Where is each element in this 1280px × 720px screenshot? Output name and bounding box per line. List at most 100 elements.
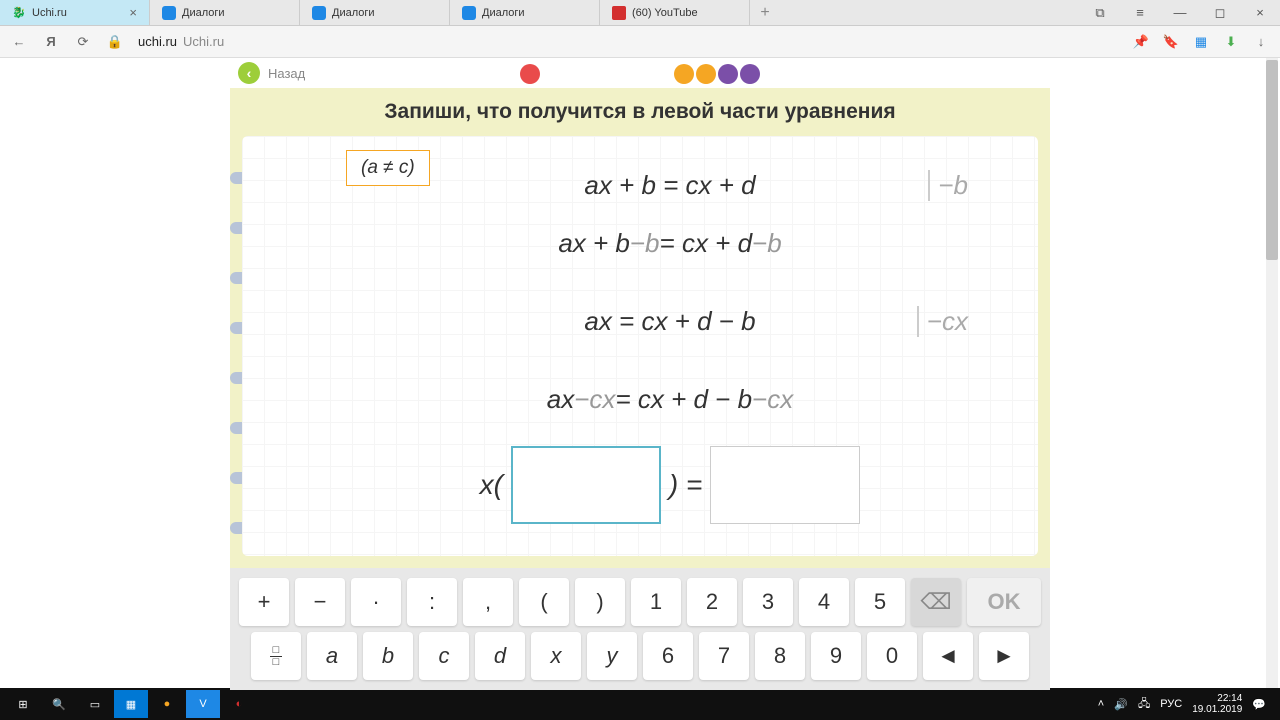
progress-dot <box>586 64 606 84</box>
start-button[interactable]: ⊞ <box>6 690 40 718</box>
key-comma[interactable]: , <box>463 578 513 626</box>
osk-row-2: □□ a b c d x y 6 7 8 9 0 ◄ ► <box>251 632 1029 680</box>
tab-label: Uchi.ru <box>32 7 67 19</box>
search-icon[interactable]: 🔍 <box>42 690 76 718</box>
progress-dot <box>674 64 694 84</box>
progress-dot <box>696 64 716 84</box>
key-plus[interactable]: + <box>239 578 289 626</box>
answer-input-left[interactable] <box>511 446 661 524</box>
address-bar: ← Я ⟳ 🔒 uchi.ru Uchi.ru 📌 🔖 ▦ ⬇ ↓ <box>0 26 1280 58</box>
key-4[interactable]: 4 <box>799 578 849 626</box>
hint-3: −cx <box>917 306 968 337</box>
tab-dialogs-1[interactable]: Диалоги <box>150 0 300 25</box>
back-label: Назад <box>268 66 305 81</box>
browser-tabs: Uchi.ru × Диалоги Диалоги Диалоги (60) Y… <box>0 0 1280 26</box>
taskbar-app-1[interactable]: ▦ <box>114 690 148 718</box>
lesson-back-button[interactable]: ‹ <box>238 62 260 84</box>
key-fraction[interactable]: □□ <box>251 632 301 680</box>
maximize-button[interactable]: ◻ <box>1200 0 1240 25</box>
key-y[interactable]: y <box>587 632 637 680</box>
app-icon <box>162 6 176 20</box>
tab-label: Диалоги <box>482 7 525 19</box>
key-3[interactable]: 3 <box>743 578 793 626</box>
key-colon[interactable]: : <box>407 578 457 626</box>
download-icon[interactable]: ⬇ <box>1222 33 1240 51</box>
volume-icon[interactable]: 🔊 <box>1114 698 1128 711</box>
clock[interactable]: 22:14 19.01.2019 <box>1192 693 1242 715</box>
lesson-topbar: ‹ Назад <box>230 58 1050 88</box>
pin-icon[interactable]: 📌 <box>1132 33 1150 51</box>
key-c[interactable]: c <box>419 632 469 680</box>
worksheet: (a ≠ c) ax + b = cx + d −b ax + b−b = cx… <box>242 136 1038 556</box>
menu-icon[interactable]: ≡ <box>1120 0 1160 25</box>
tab-dialogs-3[interactable]: Диалоги <box>450 0 600 25</box>
progress-dot <box>564 64 584 84</box>
key-minus[interactable]: − <box>295 578 345 626</box>
tab-label: (60) YouTube <box>632 7 698 19</box>
task-view-icon[interactable]: ▭ <box>78 690 112 718</box>
taskbar-app-4[interactable]: ◐ <box>222 690 256 718</box>
key-right[interactable]: ► <box>979 632 1029 680</box>
key-0[interactable]: 0 <box>867 632 917 680</box>
close-icon[interactable]: × <box>129 5 137 20</box>
bookmark-icon[interactable]: 🔖 <box>1162 33 1180 51</box>
key-a[interactable]: a <box>307 632 357 680</box>
fraction-icon: □□ <box>270 645 283 668</box>
address-text[interactable]: uchi.ru Uchi.ru <box>138 34 224 49</box>
network-icon[interactable]: 🖧 <box>1138 695 1150 714</box>
app-icon <box>462 6 476 20</box>
key-b[interactable]: b <box>363 632 413 680</box>
minimize-button[interactable]: — <box>1160 0 1200 25</box>
sidebar-icon[interactable]: ⧉ <box>1080 0 1120 25</box>
key-1[interactable]: 1 <box>631 578 681 626</box>
key-ok[interactable]: OK <box>967 578 1041 626</box>
key-5[interactable]: 5 <box>855 578 905 626</box>
lock-icon: 🔒 <box>106 33 124 51</box>
key-lparen[interactable]: ( <box>519 578 569 626</box>
notifications-icon[interactable]: 💬 <box>1252 698 1266 711</box>
onscreen-keyboard: + − · : , ( ) 1 2 3 4 5 ⌫ OK □□ a b <box>230 568 1050 690</box>
lesson-title: Запиши, что получится в левой части урав… <box>230 100 1050 124</box>
tab-dialogs-2[interactable]: Диалоги <box>300 0 450 25</box>
key-6[interactable]: 6 <box>643 632 693 680</box>
key-8[interactable]: 8 <box>755 632 805 680</box>
downloads-icon[interactable]: ↓ <box>1252 33 1270 51</box>
uchi-icon <box>12 6 26 20</box>
key-rparen[interactable]: ) <box>575 578 625 626</box>
taskbar-app-3[interactable]: V <box>186 690 220 718</box>
taskbar-app-2[interactable]: ● <box>150 690 184 718</box>
new-tab-button[interactable]: + <box>750 0 780 25</box>
progress-dot <box>608 64 628 84</box>
equation-2: ax + b−b = cx + d−b <box>332 214 1008 272</box>
tab-label: Диалоги <box>182 7 225 19</box>
lesson-stage: ‹ Назад Запиши, что получится в левой ча… <box>230 58 1050 688</box>
scrollbar-thumb[interactable] <box>1266 60 1278 260</box>
tab-uchi[interactable]: Uchi.ru × <box>0 0 150 25</box>
progress-dot <box>630 64 650 84</box>
title-band: Запиши, что получится в левой части урав… <box>230 88 1050 136</box>
key-9[interactable]: 9 <box>811 632 861 680</box>
key-7[interactable]: 7 <box>699 632 749 680</box>
key-dot[interactable]: · <box>351 578 401 626</box>
extension-icon[interactable]: ▦ <box>1192 33 1210 51</box>
back-icon[interactable]: ← <box>10 33 28 51</box>
progress-dot <box>718 64 738 84</box>
tray-chevron-icon[interactable]: ˄ <box>1098 698 1104 710</box>
hint-1: −b <box>928 170 968 201</box>
yandex-icon[interactable]: Я <box>42 33 60 51</box>
key-2[interactable]: 2 <box>687 578 737 626</box>
progress-dot <box>542 64 562 84</box>
progress-dot <box>520 64 540 84</box>
tab-youtube[interactable]: (60) YouTube <box>600 0 750 25</box>
key-left[interactable]: ◄ <box>923 632 973 680</box>
answer-input-right[interactable] <box>710 446 860 524</box>
close-button[interactable]: × <box>1240 0 1280 25</box>
system-tray: ˄ 🔊 🖧 РУС 22:14 19.01.2019 💬 <box>1098 693 1274 715</box>
language-indicator[interactable]: РУС <box>1160 698 1182 710</box>
key-x[interactable]: x <box>531 632 581 680</box>
window-controls: ⧉ ≡ — ◻ × <box>1080 0 1280 25</box>
answer-row: x( ) = <box>332 446 1008 524</box>
reload-icon[interactable]: ⟳ <box>74 33 92 51</box>
key-backspace[interactable]: ⌫ <box>911 578 961 626</box>
key-d[interactable]: d <box>475 632 525 680</box>
